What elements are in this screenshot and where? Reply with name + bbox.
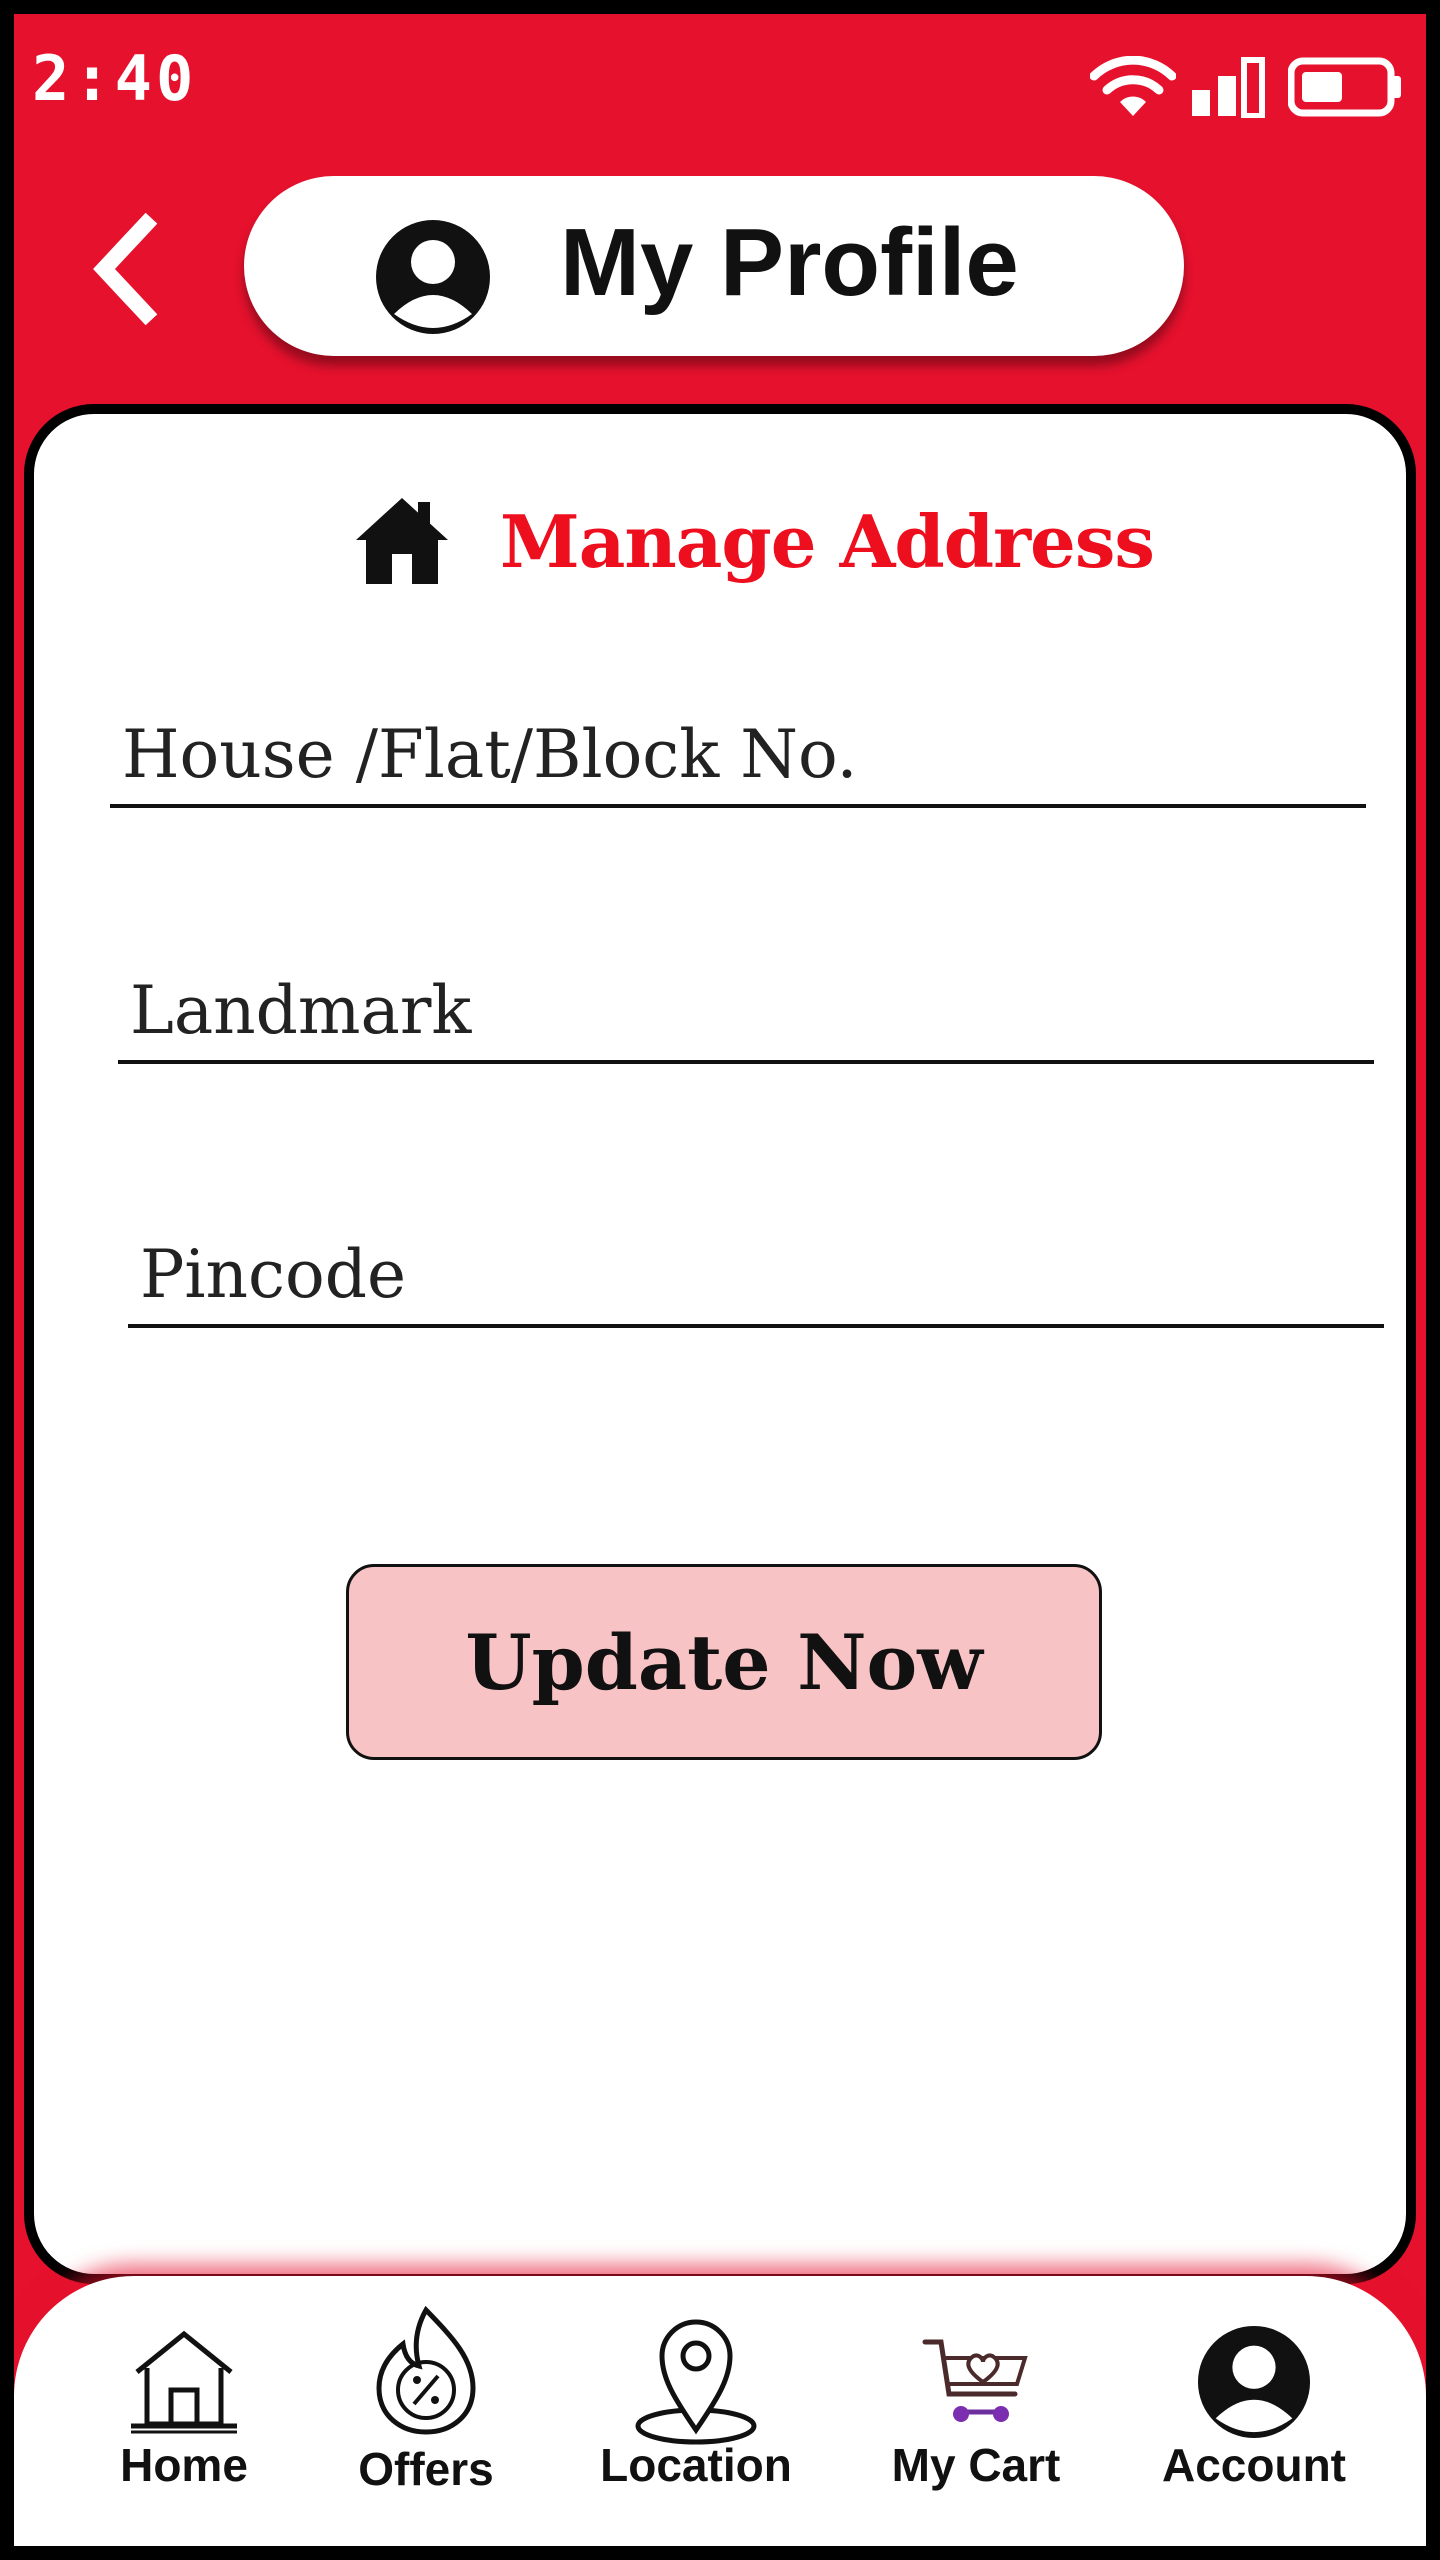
nav-location[interactable]: Location bbox=[576, 2276, 816, 2546]
location-pin-icon bbox=[635, 2319, 757, 2445]
pincode-underline bbox=[128, 1324, 1384, 1328]
page-title: My Profile bbox=[560, 209, 1019, 316]
nav-account-label: Account bbox=[1162, 2439, 1346, 2491]
signal-icon bbox=[1192, 57, 1265, 118]
account-icon bbox=[1197, 2325, 1311, 2439]
nav-my-cart[interactable]: My Cart bbox=[856, 2276, 1096, 2546]
landmark-input[interactable] bbox=[118, 960, 1374, 1060]
home-icon bbox=[131, 2330, 237, 2434]
status-time: 2:40 bbox=[32, 42, 198, 115]
nav-offers-label: Offers bbox=[358, 2443, 494, 2495]
house-field-group bbox=[110, 704, 1366, 808]
back-chevron-icon[interactable] bbox=[84, 204, 174, 334]
app-screen: 2:40 My Profile Manage Address House /Fl… bbox=[14, 14, 1426, 2546]
nav-my-cart-label: My Cart bbox=[891, 2439, 1061, 2491]
device-frame: 2:40 My Profile Manage Address House /Fl… bbox=[0, 0, 1440, 2560]
home-icon bbox=[356, 498, 448, 584]
house-underline bbox=[110, 804, 1366, 808]
card-header: Manage Address bbox=[354, 494, 1155, 588]
profile-header-pill: My Profile bbox=[244, 176, 1184, 356]
cart-icon bbox=[922, 2339, 1028, 2422]
nav-home[interactable]: Home bbox=[64, 2276, 304, 2546]
battery-icon bbox=[1288, 57, 1401, 117]
landmark-field-group bbox=[118, 960, 1374, 1064]
nav-home-label: Home bbox=[120, 2439, 248, 2491]
wifi-icon bbox=[1090, 56, 1176, 116]
pincode-field-group bbox=[128, 1224, 1384, 1328]
offers-icon bbox=[376, 2306, 476, 2435]
bottom-nav: Home Offers Location My Cart Account bbox=[14, 2276, 1426, 2546]
address-card: Manage Address Update Now bbox=[24, 404, 1416, 2284]
status-icons bbox=[1090, 56, 1404, 118]
nav-account[interactable]: Account bbox=[1134, 2276, 1374, 2546]
landmark-underline bbox=[118, 1060, 1374, 1064]
card-title: Manage Address bbox=[500, 498, 1155, 584]
user-avatar-icon bbox=[376, 220, 490, 334]
update-now-button[interactable]: Update Now bbox=[346, 1564, 1102, 1760]
nav-offers[interactable]: Offers bbox=[306, 2276, 546, 2546]
house-input[interactable] bbox=[110, 704, 1366, 804]
nav-location-label: Location bbox=[600, 2439, 792, 2491]
pincode-input[interactable] bbox=[128, 1224, 1384, 1324]
